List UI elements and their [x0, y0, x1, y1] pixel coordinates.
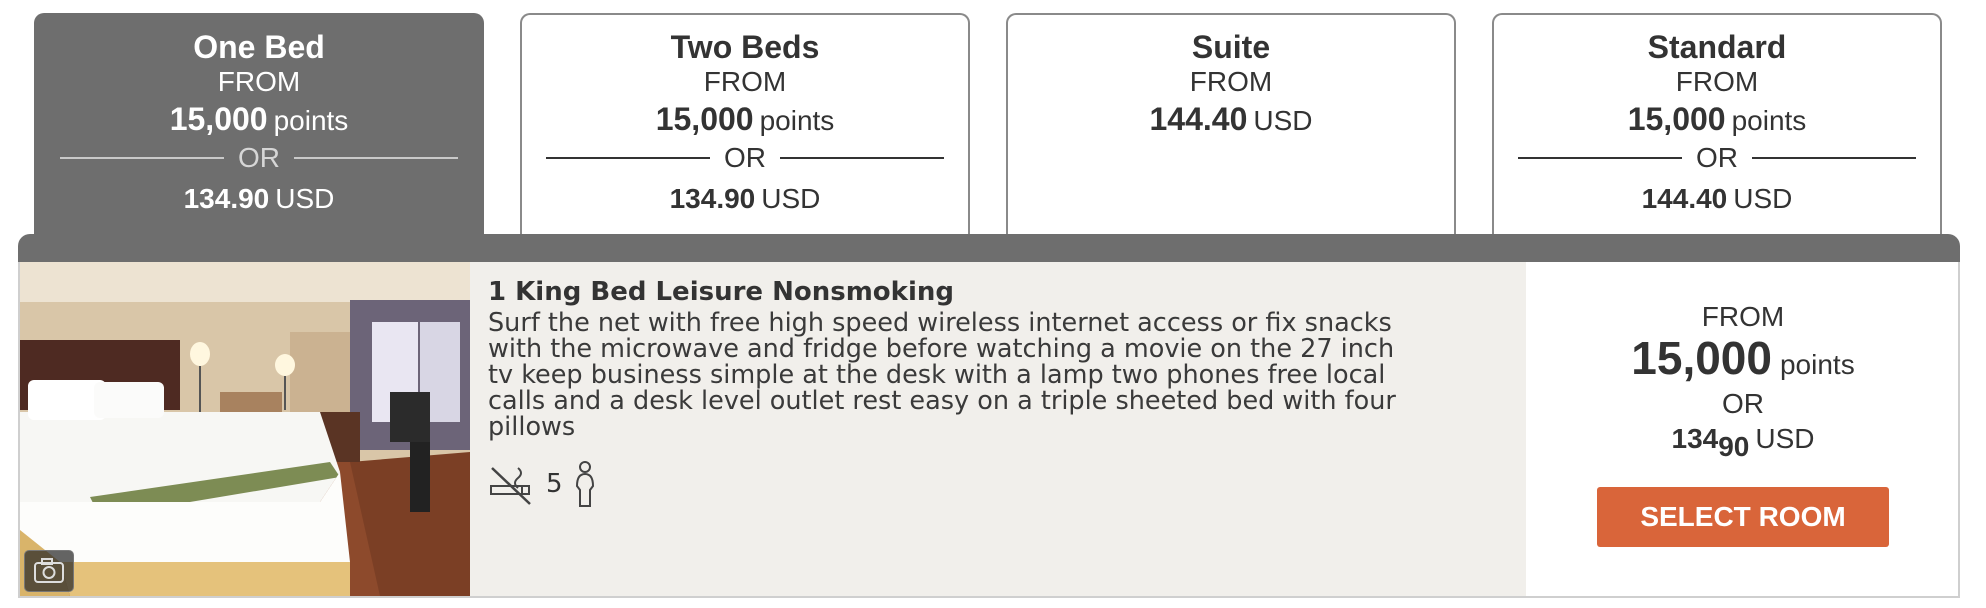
room-amenities: 5	[488, 460, 1508, 508]
usd-value: 134.90	[669, 183, 756, 214]
room-price-panel: FROM 15,000 points OR 13490 USD SELECT ROO…	[1526, 262, 1960, 596]
points-unit: points	[759, 105, 835, 136]
tab-from-label: FROM	[703, 66, 787, 97]
divider-line	[780, 157, 944, 159]
points-unit: points	[1779, 349, 1855, 380]
tab-title: Standard	[1647, 29, 1787, 65]
or-label: OR	[1696, 142, 1738, 173]
person-icon	[575, 461, 594, 507]
currency-label: USD	[275, 183, 335, 214]
room-header-bar	[18, 234, 1960, 262]
usd-value: 144.40	[1149, 101, 1248, 137]
tab-one-bed[interactable]: One Bed FROM 15,000 points OR 134.90 USD	[34, 13, 484, 236]
tab-standard[interactable]: Standard FROM 15,000 points OR 144.40 USD	[1492, 13, 1942, 236]
room-description: Surf the net with free high speed wirele…	[488, 308, 1396, 442]
tab-from-label: FROM	[1189, 66, 1273, 97]
tab-or-divider: OR	[1518, 141, 1916, 175]
select-room-button[interactable]: SELECT ROOM	[1597, 487, 1889, 547]
points-value: 15,000	[1627, 101, 1726, 137]
room-selection: One Bed FROM 15,000 points OR 134.90 USD T…	[0, 0, 1986, 608]
room-photo[interactable]	[20, 262, 470, 596]
tab-title: Suite	[1191, 29, 1271, 65]
usd-value: 134.90	[183, 183, 270, 214]
price-from-label: FROM	[1701, 301, 1785, 332]
points-unit: points	[273, 105, 349, 136]
tab-suite[interactable]: Suite FROM 144.40 USD	[1006, 13, 1456, 236]
tab-or-divider: OR	[546, 141, 944, 175]
tab-from-label: FROM	[217, 66, 301, 97]
currency-label: USD	[1253, 105, 1313, 136]
tab-usd: 144.40 USD	[1008, 99, 1454, 141]
room-photo-illustration	[20, 262, 470, 596]
room-card: 1 King Bed Leisure Nonsmoking Surf the n…	[18, 262, 1960, 598]
tab-usd: 134.90 USD	[522, 175, 968, 223]
divider-line	[294, 157, 458, 159]
points-unit: points	[1731, 105, 1807, 136]
usd-cents: 90	[1718, 431, 1750, 462]
price-points: 15,000 points	[1526, 334, 1960, 389]
points-value: 15,000	[169, 101, 268, 137]
currency-label: USD	[1733, 183, 1793, 214]
tab-or-divider: OR	[60, 141, 458, 175]
or-label: OR	[724, 142, 766, 173]
points-value: 15,000	[655, 101, 754, 137]
currency-label: USD	[761, 183, 821, 214]
currency-label: USD	[1755, 423, 1815, 454]
divider-line	[1518, 157, 1682, 159]
tab-points: 15,000 points	[522, 99, 968, 141]
tab-usd: 134.90 USD	[36, 175, 482, 223]
price-or-label: OR	[1722, 388, 1764, 419]
tab-points: 15,000 points	[36, 99, 482, 141]
tab-title: One Bed	[193, 29, 325, 65]
camera-icon	[34, 558, 64, 583]
photo-gallery-button[interactable]	[24, 550, 74, 592]
usd-value: 144.40	[1641, 183, 1728, 214]
tab-points: 15,000 points	[1494, 99, 1940, 141]
usd-dollars: 134	[1671, 423, 1719, 454]
divider-line	[546, 157, 710, 159]
room-type-tabs: One Bed FROM 15,000 points OR 134.90 USD T…	[0, 0, 1986, 236]
price-usd: 13490 USD	[1526, 419, 1960, 462]
room-info: 1 King Bed Leisure Nonsmoking Surf the n…	[470, 262, 1526, 596]
divider-line	[60, 157, 224, 159]
no-smoking-icon	[490, 467, 531, 505]
max-guests-count: 5	[546, 469, 563, 499]
tab-usd: 144.40 USD	[1494, 175, 1940, 223]
room-title: 1 King Bed Leisure Nonsmoking	[488, 277, 954, 307]
tab-two-beds[interactable]: Two Beds FROM 15,000 points OR 134.90 USD	[520, 13, 970, 236]
tab-from-label: FROM	[1675, 66, 1759, 97]
or-label: OR	[238, 142, 280, 173]
points-value: 15,000	[1631, 332, 1772, 384]
tab-title: Two Beds	[670, 29, 820, 65]
divider-line	[1752, 157, 1916, 159]
